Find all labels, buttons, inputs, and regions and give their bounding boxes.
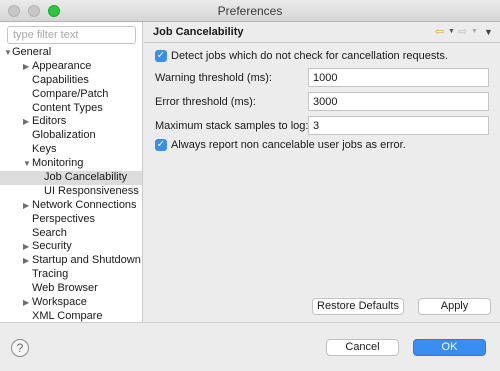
tree-item-general[interactable]: ▼ General <box>0 46 142 60</box>
tree-item-label: Startup and Shutdown <box>32 254 141 267</box>
help-icon[interactable]: ? <box>11 339 29 357</box>
tree-item-compare-patch[interactable]: Compare/Patch <box>0 88 142 102</box>
tree-item-label: Network Connections <box>32 198 137 211</box>
window-title: Preferences <box>217 4 283 18</box>
page-header: Job Cancelability ⇦ ▼ ⇨ ▼ ▼ <box>144 22 500 43</box>
footer-divider <box>0 322 500 323</box>
arrow-right-icon[interactable]: ⇨ <box>458 25 467 38</box>
tree-item-label: Capabilities <box>32 73 89 86</box>
chevron-down-icon[interactable]: ▼ <box>448 28 455 35</box>
tree-item-label: Globalization <box>32 129 96 142</box>
tree-item-monitoring[interactable]: ▼ Monitoring <box>0 157 142 171</box>
error-threshold-label: Error threshold (ms): <box>155 96 256 108</box>
tree-item-editors[interactable]: ▶ Editors <box>0 115 142 129</box>
tree-item-appearance[interactable]: ▶ Appearance <box>0 60 142 74</box>
cancel-button[interactable]: Cancel <box>326 339 399 356</box>
disclosure-collapsed-icon[interactable]: ▶ <box>23 199 29 213</box>
tree-item-web-browser[interactable]: Web Browser <box>0 282 142 296</box>
always-report-label: Always report non cancelable user jobs a… <box>171 139 406 151</box>
preferences-sidebar: ▼ General ▶ Appearance Capabilities Comp… <box>0 22 143 322</box>
detect-jobs-checkbox[interactable]: ✓ <box>155 50 167 62</box>
tree-item-label: Content Types <box>32 101 103 114</box>
tree-item-job-cancelability[interactable]: Job Cancelability <box>0 171 142 185</box>
tree-item-network-connections[interactable]: ▶ Network Connections <box>0 199 142 213</box>
arrow-left-icon[interactable]: ⇦ <box>435 25 444 38</box>
restore-defaults-button[interactable]: Restore Defaults <box>312 298 404 315</box>
always-report-checkbox[interactable]: ✓ <box>155 139 167 151</box>
tree-item-startup-shutdown[interactable]: ▶ Startup and Shutdown <box>0 254 142 268</box>
tree-item-content-types[interactable]: Content Types <box>0 102 142 116</box>
apply-button[interactable]: Apply <box>418 298 491 315</box>
tree-item-label: Perspectives <box>32 212 95 225</box>
tree-item-workspace[interactable]: ▶ Workspace <box>0 296 142 310</box>
error-threshold-field[interactable] <box>308 92 489 111</box>
max-stack-samples-field[interactable] <box>308 116 489 135</box>
tree-item-label: Workspace <box>32 296 87 309</box>
disclosure-collapsed-icon[interactable]: ▶ <box>23 60 29 74</box>
tree-item-security[interactable]: ▶ Security <box>0 240 142 254</box>
disclosure-expanded-icon[interactable]: ▼ <box>4 46 12 60</box>
tree-item-label: Security <box>32 240 72 253</box>
tree-item-label: Job Cancelability <box>44 171 128 184</box>
tree-item-perspectives[interactable]: Perspectives <box>0 213 142 227</box>
tree-item-search[interactable]: Search <box>0 227 142 241</box>
tree-item-capabilities[interactable]: Capabilities <box>0 74 142 88</box>
tree-item-label: Keys <box>32 143 57 156</box>
disclosure-collapsed-icon[interactable]: ▶ <box>23 115 29 129</box>
tree-item-ui-responsiveness[interactable]: UI Responsiveness <box>0 185 142 199</box>
warning-threshold-field[interactable] <box>308 68 489 87</box>
tree-item-tracing[interactable]: Tracing <box>0 268 142 282</box>
title-bar: Preferences <box>0 0 500 22</box>
warning-threshold-label: Warning threshold (ms): <box>155 72 272 84</box>
tree-item-label: Search <box>32 226 67 239</box>
disclosure-collapsed-icon[interactable]: ▶ <box>23 254 29 268</box>
tree-item-label: Monitoring <box>32 157 84 170</box>
preference-page: Job Cancelability ⇦ ▼ ⇨ ▼ ▼ ✓ Detect job… <box>144 22 500 322</box>
tree-item-keys[interactable]: Keys <box>0 143 142 157</box>
disclosure-collapsed-icon[interactable]: ▶ <box>23 296 29 310</box>
tree-item-label: Web Browser <box>32 282 98 295</box>
disclosure-collapsed-icon[interactable]: ▶ <box>23 240 29 254</box>
disclosure-expanded-icon[interactable]: ▼ <box>23 157 31 171</box>
preference-tree: ▼ General ▶ Appearance Capabilities Comp… <box>0 46 142 324</box>
tree-item-label: Compare/Patch <box>32 87 109 100</box>
ok-button[interactable]: OK <box>413 339 486 356</box>
tree-item-label: Tracing <box>32 268 69 281</box>
max-stack-samples-label: Maximum stack samples to log: <box>155 120 309 132</box>
tree-item-label: UI Responsiveness <box>44 184 139 197</box>
tree-item-label: Appearance <box>32 59 92 72</box>
detect-jobs-label: Detect jobs which do not check for cance… <box>171 50 448 62</box>
page-title: Job Cancelability <box>153 26 244 38</box>
tree-item-label: Editors <box>32 115 67 128</box>
preferences-window: Preferences ▼ General ▶ Appearance Capab… <box>0 0 500 371</box>
tree-item-globalization[interactable]: Globalization <box>0 129 142 143</box>
chevron-down-icon[interactable]: ▼ <box>471 28 478 35</box>
tree-item-label: General <box>12 46 52 58</box>
view-menu-icon[interactable]: ▼ <box>484 27 493 37</box>
filter-input[interactable] <box>7 26 136 44</box>
